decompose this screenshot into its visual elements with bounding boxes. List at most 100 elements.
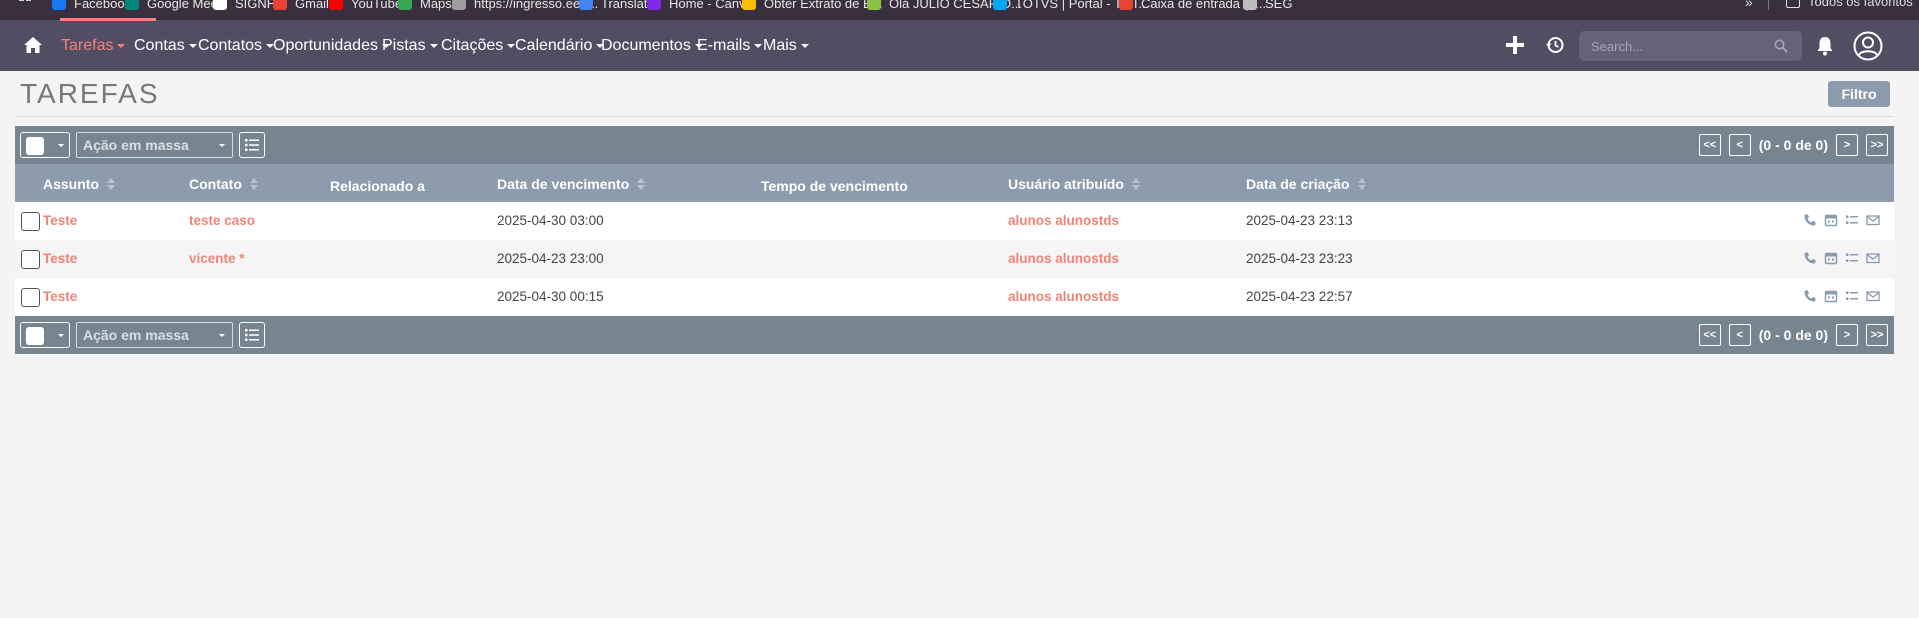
cell-contact[interactable]: vicente * [189,251,245,266]
notifications-bell-icon[interactable] [1815,35,1835,57]
next-page-button[interactable]: > [1836,324,1858,346]
task-list-icon[interactable] [1845,289,1859,303]
bookmark-favicon-icon [1243,0,1257,10]
search-icon[interactable] [1774,39,1788,53]
filter-button[interactable]: Filtro [1828,81,1890,107]
calendar-icon[interactable] [1824,289,1838,303]
bookmark-favicon-icon [273,0,287,10]
bookmark-favicon-icon [213,0,227,10]
cell-created: 2025-04-23 23:23 [1246,251,1353,266]
bookmark-youtube[interactable]: YouTube [329,0,402,12]
next-page-button[interactable]: > [1836,134,1858,156]
column-chooser-button[interactable] [239,132,265,158]
nav-item-calendario[interactable]: Calendário [515,36,605,56]
bookmark-google-meet[interactable]: Google Meet [125,0,221,12]
nav-item-mais[interactable]: Mais [763,36,809,56]
list-columns-icon [245,139,259,151]
nav-item-tarefas[interactable]: Tarefas [61,36,126,56]
column-header-contato[interactable]: Contato [189,176,258,192]
bookmark-label: Gmail [295,0,329,11]
table-row: Teste 2025-04-30 00:15 alunos alunostds 202… [15,278,1894,316]
cell-contact[interactable]: teste caso [189,213,255,228]
tasks-list-view: Ação em massa << < (0 - 0 de 0) > >> Ass… [15,126,1894,354]
list-columns-icon [245,329,259,341]
sort-arrows-icon[interactable] [1131,178,1140,190]
bookmark-https-ingresso-eea[interactable]: https://ingresso.eea... [452,0,598,12]
row-quick-actions [1796,213,1880,227]
bookmark-label: YouTube [351,0,403,11]
bookmark-maps[interactable]: Maps [398,0,452,12]
row-checkbox[interactable] [21,212,40,231]
user-avatar-icon[interactable] [1853,31,1883,61]
nav-item-citacoes[interactable]: Citações [441,36,516,56]
row-checkbox[interactable] [21,250,40,269]
prev-page-button[interactable]: < [1728,324,1751,346]
mass-action-label: Ação em massa [83,327,189,343]
search-input[interactable] [1591,31,1771,61]
chevron-down-icon [219,144,225,147]
sort-arrows-icon[interactable] [637,178,646,190]
first-page-button[interactable]: << [1698,134,1721,156]
cell-subject[interactable]: Teste [43,251,77,266]
create-plus-icon[interactable] [1505,35,1525,55]
nav-item-oportunidades[interactable]: Oportunidades [273,36,390,56]
cell-assigned-user[interactable]: alunos alunostds [1008,213,1119,228]
column-header-data-de-vencimento[interactable]: Data de vencimento [497,176,646,192]
bookmark-favicon-icon [993,0,1007,10]
phone-icon[interactable] [1803,251,1817,265]
bookmark-gmail[interactable]: Gmail [273,0,329,12]
bookmark-favicon-icon [52,0,66,10]
select-all-checkbox[interactable] [26,327,44,345]
bookmark-signh[interactable]: SIGNH [213,0,276,12]
nav-item-label: Oportunidades [273,37,378,54]
sort-arrows-icon[interactable] [249,178,258,190]
select-all-checkbox[interactable] [26,137,44,155]
nav-item-e-mails[interactable]: E-mails [697,36,763,56]
home-icon[interactable] [23,35,43,55]
calendar-icon[interactable] [1824,251,1838,265]
nav-item-documentos[interactable]: Documentos [601,36,703,56]
first-page-button[interactable]: << [1698,324,1721,346]
bookmark-translate[interactable]: Translate [579,0,655,12]
apps-grid-icon[interactable] [19,0,33,6]
mass-action-dropdown[interactable]: Ação em massa [76,132,233,158]
column-header-assunto[interactable]: Assunto [43,176,115,192]
mass-action-dropdown[interactable]: Ação em massa [76,322,233,348]
all-bookmarks-folder[interactable]: Todos os favoritos [1786,0,1913,9]
pagination-bottom: << < (0 - 0 de 0) > >> [1698,324,1888,346]
cell-assigned-user[interactable]: alunos alunostds [1008,289,1119,304]
column-header-usuario-atribuido[interactable]: Usuário atribuído [1008,176,1140,192]
cell-assigned-user[interactable]: alunos alunostds [1008,251,1119,266]
sort-arrows-icon[interactable] [107,178,115,190]
sort-arrows-icon[interactable] [1357,178,1366,190]
bookmark-facebook[interactable]: Facebook [52,0,131,12]
email-icon[interactable] [1866,289,1880,303]
row-checkbox[interactable] [21,288,40,307]
select-all-dropdown[interactable] [20,322,70,348]
prev-page-button[interactable]: < [1728,134,1751,156]
nav-item-label: Tarefas [61,37,114,54]
nav-item-contatos[interactable]: Contatos [198,36,275,56]
bookmark-home-canva[interactable]: Home - Canva [647,0,753,12]
last-page-button[interactable]: >> [1866,324,1888,346]
task-list-icon[interactable] [1845,213,1859,227]
phone-icon[interactable] [1803,213,1817,227]
select-all-dropdown[interactable] [20,132,70,158]
recent-history-icon[interactable] [1545,35,1565,55]
bookmarks-overflow-button[interactable]: » [1745,0,1753,10]
bookmark-seg[interactable]: SEG [1243,0,1292,12]
last-page-button[interactable]: >> [1866,134,1888,156]
cell-subject[interactable]: Teste [43,289,77,304]
cell-subject[interactable]: Teste [43,213,77,228]
nav-item-contas[interactable]: Contas [134,36,197,56]
column-header-label: Usuário atribuído [1008,176,1124,192]
task-list-icon[interactable] [1845,251,1859,265]
column-header-data-de-criacao[interactable]: Data de criação [1246,176,1366,192]
email-icon[interactable] [1866,213,1880,227]
phone-icon[interactable] [1803,289,1817,303]
bookmark-obter-extrato-de-e[interactable]: Obter Extrato de E... [742,0,883,12]
column-chooser-button[interactable] [239,322,265,348]
calendar-icon[interactable] [1824,213,1838,227]
nav-item-pistas[interactable]: Pistas [382,36,438,56]
email-icon[interactable] [1866,251,1880,265]
